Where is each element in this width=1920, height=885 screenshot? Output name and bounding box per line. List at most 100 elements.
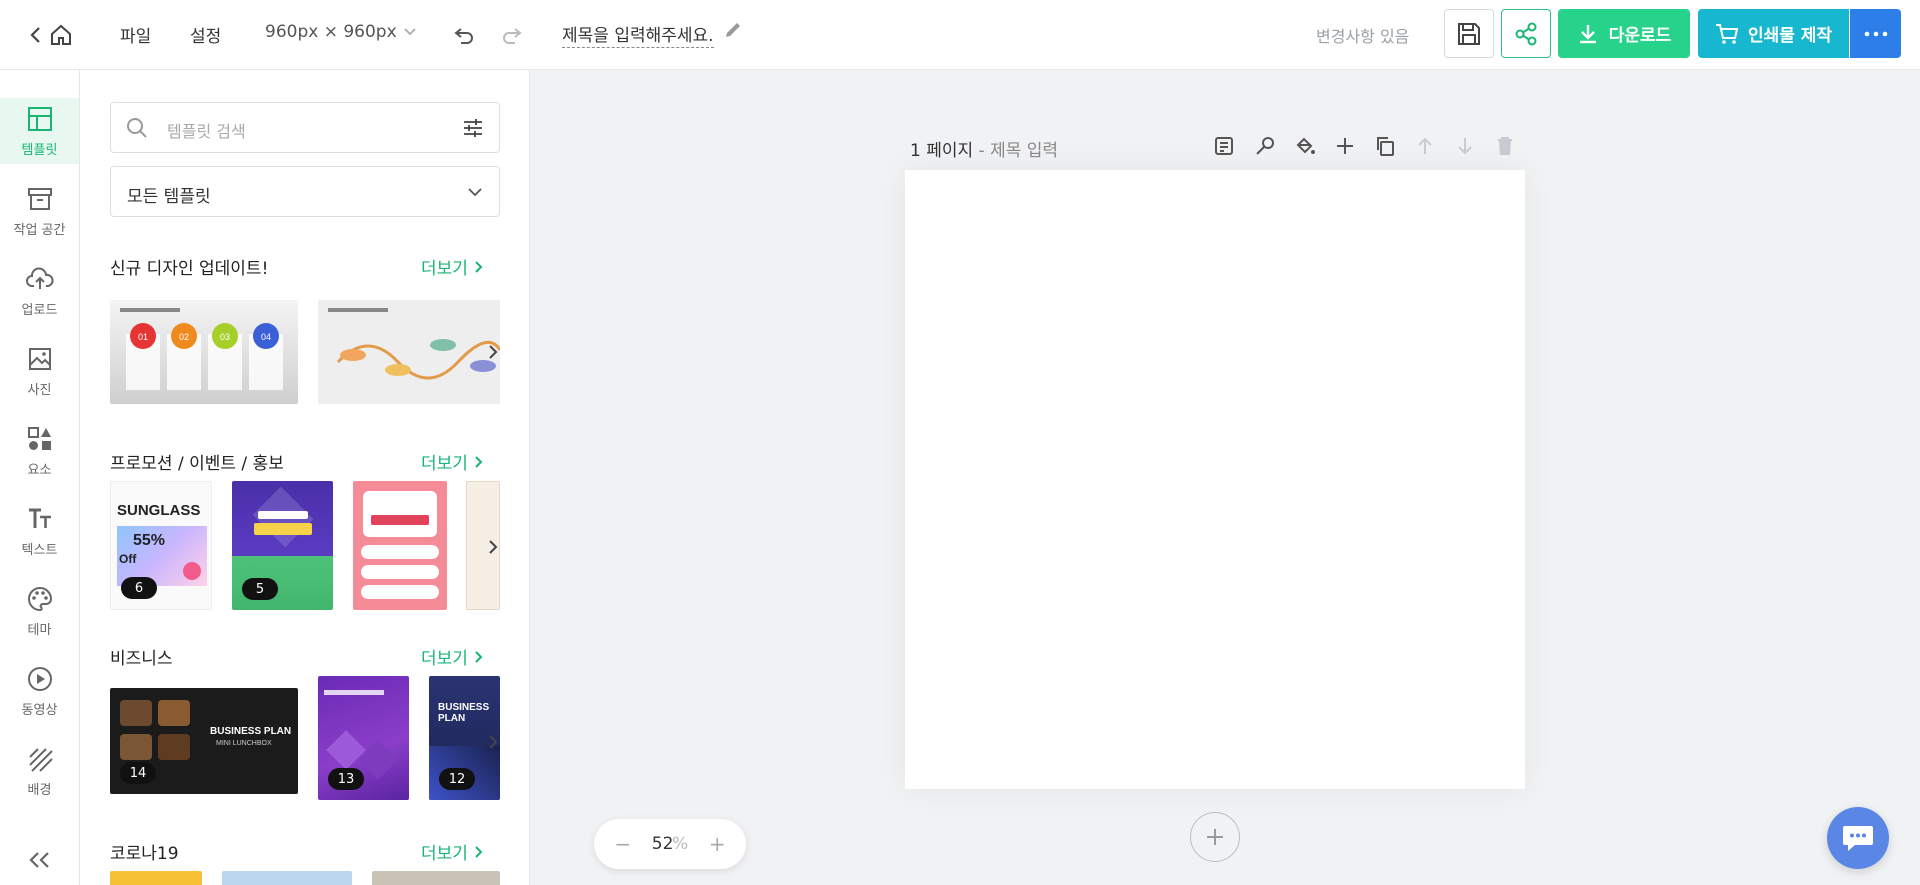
sidebar-item-label: 배경 bbox=[27, 782, 52, 798]
sidebar-item-label: 사진 bbox=[27, 382, 52, 398]
collapse-sidebar-icon[interactable] bbox=[22, 845, 58, 875]
template-icon bbox=[27, 106, 52, 131]
zoom-value[interactable]: 52 bbox=[652, 834, 674, 854]
document-title[interactable]: 제목을 입력해주세요. bbox=[562, 21, 714, 48]
sidebar-item-workspace[interactable]: 작업 공간 bbox=[0, 178, 79, 244]
chevron-down-icon bbox=[404, 28, 416, 36]
move-up-icon[interactable] bbox=[1411, 132, 1439, 160]
thumb-number: 04 bbox=[261, 332, 271, 342]
download-label: 다운로드 bbox=[1608, 26, 1672, 46]
section-title-new: 신규 디자인 업데이트! bbox=[110, 259, 269, 279]
download-icon bbox=[1579, 24, 1596, 43]
sidebar-item-theme[interactable]: 테마 bbox=[0, 578, 79, 644]
download-button[interactable]: 다운로드 bbox=[1558, 9, 1690, 58]
cart-icon bbox=[1715, 23, 1739, 44]
sidebar-item-label: 템플릿 bbox=[21, 142, 58, 158]
thumb-title: SUNGLASS bbox=[117, 502, 201, 519]
page-title[interactable]: 1 페이지 - 제목 입력 bbox=[910, 136, 1058, 161]
pencil-icon[interactable] bbox=[722, 19, 744, 41]
template-panel: 템플릿 검색 모든 템플릿 신규 디자인 업데이트! 더보기 01 02 03 … bbox=[80, 70, 530, 885]
sidebar-item-photo[interactable]: 사진 bbox=[0, 338, 79, 404]
save-button[interactable] bbox=[1444, 9, 1494, 58]
section-title-covid: 코로나19 bbox=[110, 844, 179, 864]
zoom-control: − 52 % + bbox=[594, 819, 746, 869]
share-button[interactable] bbox=[1501, 9, 1551, 58]
template-thumb[interactable]: 13 bbox=[318, 676, 409, 800]
template-thumb[interactable] bbox=[372, 871, 500, 885]
thumb-discount: 55% bbox=[133, 532, 166, 549]
thumb-number: 03 bbox=[220, 332, 230, 342]
magic-wand-icon[interactable] bbox=[1251, 132, 1279, 160]
search-input[interactable]: 템플릿 검색 bbox=[167, 118, 246, 142]
template-thumb[interactable] bbox=[318, 300, 500, 404]
filter-icon[interactable] bbox=[461, 116, 485, 140]
design-page-canvas[interactable] bbox=[905, 170, 1525, 789]
settings-menu[interactable]: 설정 bbox=[190, 22, 221, 47]
sidebar-item-text[interactable]: 텍스트 bbox=[0, 498, 79, 564]
template-thumb[interactable]: BUSINESS PLAN MINI LUNCHBOX 14 bbox=[110, 688, 298, 794]
chat-icon bbox=[1843, 826, 1873, 851]
elements-icon bbox=[27, 426, 51, 450]
chevron-right-icon bbox=[475, 845, 483, 858]
file-menu[interactable]: 파일 bbox=[120, 22, 151, 47]
template-thumb[interactable] bbox=[110, 871, 202, 885]
template-thumb[interactable] bbox=[222, 871, 352, 885]
thumb-number: 02 bbox=[179, 332, 189, 342]
carousel-next-icon[interactable] bbox=[483, 730, 503, 754]
more-link-business[interactable]: 더보기 bbox=[421, 644, 484, 669]
more-dots-icon bbox=[1864, 31, 1887, 36]
more-link-promotion[interactable]: 더보기 bbox=[421, 449, 484, 474]
zoom-out-button[interactable]: − bbox=[614, 832, 631, 856]
home-icon[interactable] bbox=[45, 19, 77, 51]
sidebar-item-background[interactable]: 배경 bbox=[0, 738, 79, 804]
template-search[interactable]: 템플릿 검색 bbox=[110, 102, 500, 153]
print-order-button[interactable]: 인쇄물 제작 bbox=[1698, 9, 1849, 58]
template-category-select[interactable]: 모든 템플릿 bbox=[110, 166, 500, 217]
add-element-icon[interactable] bbox=[1331, 132, 1359, 160]
template-thumb[interactable]: SUNGLASS 55% Off 6 bbox=[110, 481, 212, 610]
sidebar-item-label: 업로드 bbox=[21, 302, 58, 318]
chat-support-button[interactable] bbox=[1827, 807, 1889, 869]
thumb-number: 01 bbox=[138, 332, 148, 342]
more-link-covid[interactable]: 더보기 bbox=[421, 839, 484, 864]
thumb-title: BUSINESS PLAN bbox=[210, 726, 292, 737]
plus-icon bbox=[1207, 829, 1223, 845]
undo-icon[interactable] bbox=[448, 19, 480, 51]
redo-icon[interactable] bbox=[496, 19, 528, 51]
page-memo-icon[interactable] bbox=[1210, 132, 1238, 160]
palette-icon bbox=[27, 586, 52, 611]
template-thumb[interactable] bbox=[353, 481, 447, 610]
duplicate-page-icon[interactable] bbox=[1371, 132, 1399, 160]
chevron-down-icon bbox=[468, 188, 482, 197]
sidebar-item-templates[interactable]: 템플릿 bbox=[0, 98, 79, 164]
canvas-size-select[interactable]: 960px ⨯ 960px bbox=[265, 22, 417, 42]
template-count-badge: 6 bbox=[121, 577, 157, 599]
text-icon bbox=[28, 508, 51, 528]
zoom-in-button[interactable]: + bbox=[709, 832, 726, 856]
carousel-next-icon[interactable] bbox=[483, 340, 503, 364]
sidebar-item-label: 작업 공간 bbox=[13, 222, 66, 238]
more-label: 더보기 bbox=[421, 649, 468, 669]
paint-bucket-icon[interactable] bbox=[1291, 132, 1319, 160]
template-thumb[interactable]: 5 bbox=[232, 481, 333, 610]
sidebar-item-elements[interactable]: 요소 bbox=[0, 418, 79, 484]
save-status: 변경사항 있음 bbox=[1316, 27, 1410, 46]
template-thumb[interactable]: 01 02 03 04 bbox=[110, 300, 298, 404]
add-page-button[interactable] bbox=[1190, 812, 1240, 862]
top-toolbar: 파일 설정 960px ⨯ 960px 제목을 입력해주세요. 변경사항 있음 … bbox=[0, 0, 1920, 70]
template-count-badge: 13 bbox=[328, 768, 364, 790]
more-link-new[interactable]: 더보기 bbox=[421, 254, 484, 279]
trash-icon[interactable] bbox=[1491, 132, 1519, 160]
carousel-next-icon[interactable] bbox=[483, 535, 503, 559]
sidebar-item-video[interactable]: 동영상 bbox=[0, 658, 79, 724]
page-title-input[interactable]: - 제목 입력 bbox=[979, 141, 1059, 161]
page-number: 1 페이지 bbox=[910, 141, 974, 161]
sidebar-item-upload[interactable]: 업로드 bbox=[0, 258, 79, 324]
chevron-right-icon bbox=[475, 455, 483, 468]
more-options-button[interactable] bbox=[1850, 9, 1901, 58]
template-count-badge: 12 bbox=[439, 768, 475, 790]
more-label: 더보기 bbox=[421, 844, 468, 864]
chevron-right-icon bbox=[475, 650, 483, 663]
move-down-icon[interactable] bbox=[1451, 132, 1479, 160]
canvas-size-value: 960px ⨯ 960px bbox=[265, 22, 397, 42]
